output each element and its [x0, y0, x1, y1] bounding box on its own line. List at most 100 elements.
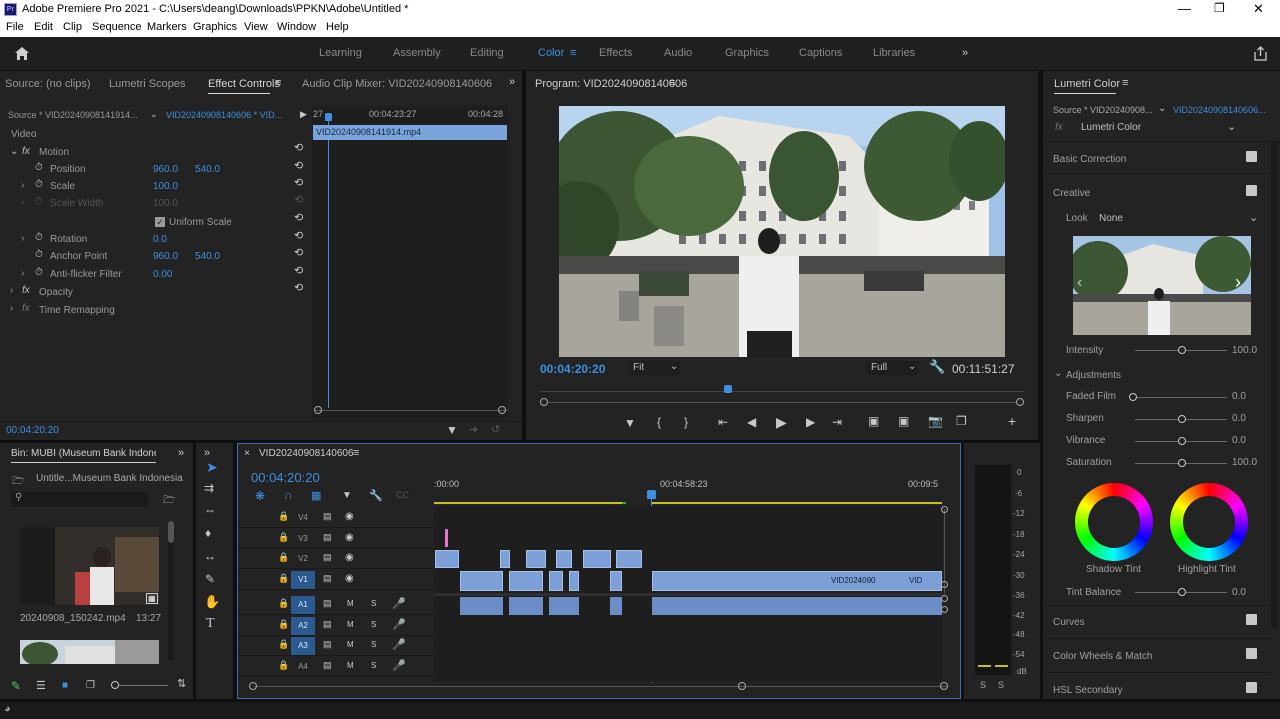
- stopwatch-icon[interactable]: ⏱: [35, 267, 43, 278]
- clip-a1[interactable]: [549, 597, 579, 615]
- slip-tool-icon[interactable]: ↔: [204, 549, 216, 563]
- mark-in-icon[interactable]: {: [657, 415, 661, 429]
- clip-v2[interactable]: [583, 550, 611, 568]
- creative-section[interactable]: Creative: [1053, 188, 1090, 199]
- type-tool-icon[interactable]: T: [206, 616, 215, 632]
- workspace-learning[interactable]: Learning: [319, 47, 362, 59]
- track-label-a1[interactable]: A1: [291, 596, 315, 614]
- pencil-icon[interactable]: ✎: [11, 679, 21, 693]
- sync-lock-icon[interactable]: ▤: [323, 552, 332, 563]
- stopwatch-icon[interactable]: ⏱: [35, 232, 43, 243]
- lumetri-seq-label[interactable]: VID20240908140606...: [1173, 105, 1266, 115]
- more-panels-icon[interactable]: »: [204, 447, 210, 459]
- lock-icon[interactable]: 🔒: [278, 511, 289, 522]
- adjustments-label[interactable]: Adjustments: [1066, 370, 1121, 381]
- opacity-label[interactable]: Opacity: [39, 287, 73, 298]
- lift-icon[interactable]: ▣: [868, 414, 879, 428]
- microphone-icon[interactable]: 🎤: [392, 638, 406, 651]
- workspace-effects[interactable]: Effects: [599, 47, 632, 59]
- timeline-h-scroll[interactable]: [254, 686, 948, 687]
- faded-film-slider[interactable]: [1135, 397, 1227, 398]
- anti-flicker-value[interactable]: 0.00: [153, 269, 172, 280]
- eye-icon[interactable]: ◉: [345, 532, 354, 543]
- position-y[interactable]: 540.0: [195, 164, 220, 175]
- workspace-audio[interactable]: Audio: [664, 47, 692, 59]
- adjustments-chevron-icon[interactable]: ⌄: [1054, 368, 1062, 379]
- menu-graphics[interactable]: Graphics: [193, 21, 237, 33]
- new-search-bin-icon[interactable]: 🗁: [163, 493, 175, 510]
- timeline-timecode[interactable]: 00:04:20:20: [251, 470, 320, 485]
- program-timecode[interactable]: 00:04:20:20: [540, 362, 605, 376]
- tint-balance-knob[interactable]: [1178, 588, 1186, 596]
- close-button[interactable]: ✕: [1253, 1, 1264, 17]
- lock-icon[interactable]: 🔒: [278, 532, 289, 543]
- ripple-edit-tool-icon[interactable]: ⇔: [204, 503, 216, 517]
- lock-icon[interactable]: 🔒: [278, 573, 289, 584]
- track-label-v2[interactable]: V2: [291, 550, 315, 568]
- intensity-value[interactable]: 100.0: [1232, 345, 1257, 356]
- video-frame[interactable]: [559, 106, 1005, 357]
- basic-correction-checkbox[interactable]: [1246, 151, 1257, 162]
- clip-v1[interactable]: [610, 571, 622, 591]
- previous-look-icon[interactable]: ‹: [1077, 274, 1082, 292]
- menu-view[interactable]: View: [244, 21, 268, 33]
- program-scrubber[interactable]: [540, 385, 1024, 406]
- bin-scrollbar[interactable]: [168, 521, 174, 661]
- menu-markers[interactable]: Markers: [147, 21, 187, 33]
- look-preview[interactable]: ‹ ›: [1073, 236, 1251, 335]
- track-header-v4[interactable]: 🔒 V4 ▤ ◉: [239, 508, 434, 528]
- add-marker-icon[interactable]: ▼: [624, 416, 636, 430]
- sort-icon[interactable]: ⇅: [177, 677, 186, 690]
- workspace-editing[interactable]: Editing: [470, 47, 504, 59]
- workspace-captions[interactable]: Captions: [799, 47, 842, 59]
- lumetri-title[interactable]: Lumetri Color: [1054, 78, 1120, 90]
- mute-icon[interactable]: M: [347, 599, 354, 608]
- next-look-icon[interactable]: ›: [1235, 272, 1241, 293]
- program-menu-icon[interactable]: ≡: [669, 77, 675, 89]
- mark-out-icon[interactable]: }: [684, 415, 688, 429]
- lock-icon[interactable]: 🔒: [278, 639, 289, 650]
- add-marker-icon[interactable]: ▼: [342, 490, 352, 501]
- linked-selection-icon[interactable]: ▦: [311, 489, 321, 502]
- tab-menu-icon[interactable]: ≡: [275, 77, 281, 89]
- curves-checkbox[interactable]: [1246, 614, 1257, 625]
- microphone-icon[interactable]: 🎤: [392, 659, 406, 672]
- eye-icon[interactable]: ◉: [345, 573, 354, 584]
- menu-sequence[interactable]: Sequence: [92, 21, 142, 33]
- sync-lock-icon[interactable]: ▤: [323, 511, 332, 522]
- clip-v1[interactable]: [569, 571, 579, 591]
- program-title[interactable]: Program: VID20240908140606: [535, 78, 687, 90]
- sync-lock-icon[interactable]: ▤: [323, 573, 332, 584]
- clip-v1[interactable]: [509, 571, 543, 591]
- bin-thumbnail-1[interactable]: ▦: [20, 527, 159, 605]
- reset-anti-flicker-icon[interactable]: ⟲: [294, 266, 305, 277]
- solo-icon[interactable]: S: [371, 640, 376, 649]
- work-area-bar[interactable]: [434, 502, 622, 504]
- tab-lumetri-scopes[interactable]: Lumetri Scopes: [109, 78, 185, 90]
- faded-film-value[interactable]: 0.0: [1232, 391, 1246, 402]
- go-to-out-icon[interactable]: ⇥: [832, 415, 842, 429]
- solo-left-button[interactable]: S: [980, 680, 986, 690]
- track-header-a3[interactable]: 🔒 A3 ▤ M S 🎤: [239, 636, 434, 656]
- stopwatch-icon[interactable]: ⏱: [35, 162, 43, 173]
- rotation-value[interactable]: 0.0: [153, 234, 167, 245]
- clip-a1[interactable]: [652, 597, 942, 615]
- track-select-tool-icon[interactable]: ⇉: [204, 481, 214, 495]
- track-header-v1[interactable]: 🔒 V1 ▤ ◉: [239, 570, 434, 590]
- lock-icon[interactable]: 🔒: [278, 552, 289, 563]
- more-workspaces-icon[interactable]: »: [962, 47, 968, 59]
- tint-balance-value[interactable]: 0.0: [1232, 587, 1246, 598]
- tab-audio-clip-mixer[interactable]: Audio Clip Mixer: VID20240908140606: [302, 78, 492, 90]
- reset-rotation-icon[interactable]: ⟲: [294, 231, 305, 242]
- reset-position-icon[interactable]: ⟲: [294, 161, 305, 172]
- lock-icon[interactable]: 🔒: [278, 660, 289, 671]
- source-clip-label[interactable]: Source * VID20240908141914...: [8, 110, 138, 120]
- clip-v1[interactable]: [549, 571, 563, 591]
- bin-thumbnail-2[interactable]: [20, 640, 159, 664]
- zoom-slider[interactable]: [114, 685, 168, 686]
- eye-icon[interactable]: ◉: [345, 511, 354, 522]
- effect-clip-bar[interactable]: VID20240908141914.mp4: [313, 125, 507, 140]
- track-header-v2[interactable]: 🔒 V2 ▤ ◉: [239, 549, 434, 569]
- pen-tool-icon[interactable]: ✎: [205, 572, 215, 586]
- look-dropdown[interactable]: None ⌄: [1095, 211, 1260, 226]
